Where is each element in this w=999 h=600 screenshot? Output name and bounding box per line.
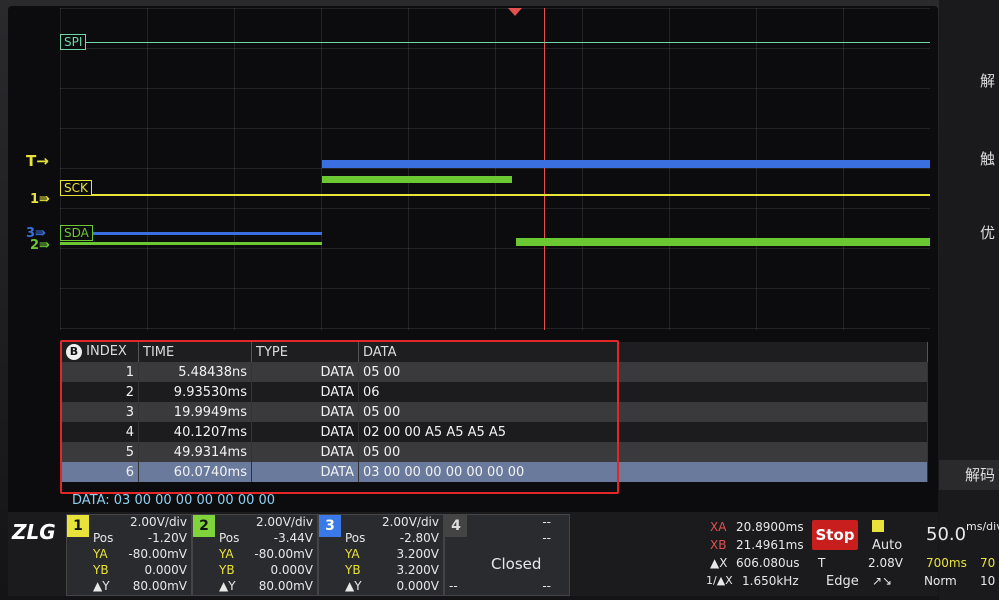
ch1-pos: -1.20V — [147, 531, 187, 545]
trigger-source-icon — [872, 520, 884, 532]
ch1-dy: 80.00mV — [132, 579, 187, 593]
xa-value: 20.8900ms — [736, 520, 804, 534]
side-menu-item-decode[interactable]: 解 — [935, 70, 999, 91]
horizontal-delay-2: 70 — [980, 556, 996, 570]
ch1-pos-label: Pos — [93, 531, 114, 545]
sck-tag: SCK — [60, 180, 92, 196]
ch4-status: Closed — [491, 555, 542, 573]
trigger-level-marker[interactable]: T→ — [26, 152, 49, 170]
dx-label: ▲X — [710, 556, 728, 570]
ch3-trace — [322, 160, 930, 168]
ch3-panel[interactable]: 3 2.00V/div Pos -2.80V YA 3.200V YB 3.20… — [318, 514, 444, 596]
ch1-yb: 0.000V — [144, 563, 187, 577]
ch1-ya-label: YA — [93, 547, 108, 561]
timebase-unit: ms/div — [966, 520, 999, 533]
trigger-level-label: T — [818, 556, 826, 570]
ch2-yb: 0.000V — [270, 563, 313, 577]
spi-bus-trace — [60, 42, 930, 43]
inv-dx-value: 1.650kHz — [742, 574, 799, 588]
trigger-level-value: 2.08V — [868, 556, 903, 570]
ch4-pos: -- — [542, 531, 551, 545]
acquisition-mode-2: 10 — [980, 574, 996, 588]
ch3-dy-label: ▲Y — [345, 579, 362, 593]
side-menu-item-decode-2[interactable]: 解码 — [939, 460, 999, 490]
ch1-marker[interactable]: 1⇛ — [30, 192, 50, 207]
ch3-ya-label: YA — [345, 547, 360, 561]
side-menu: 解 触 优 解码 — [939, 0, 999, 600]
ch1-yb-label: YB — [93, 563, 109, 577]
ch4-panel[interactable]: 4 -- -- Closed -- -- — [444, 514, 570, 596]
ch3-trace-low — [60, 232, 322, 235]
ch2-panel[interactable]: 2 2.00V/div Pos -3.44V YA -80.00mV YB 0.… — [192, 514, 318, 596]
ch2-trace-sda — [516, 238, 930, 246]
xa-label: XA — [710, 520, 727, 534]
side-menu-item-priority[interactable]: 优 — [935, 222, 999, 243]
trigger-type[interactable]: Edge — [826, 574, 859, 589]
ch3-yb-label: YB — [345, 563, 361, 577]
ch2-pos-label: Pos — [219, 531, 240, 545]
highlight-box — [60, 340, 619, 494]
ch1-ya: -80.00mV — [128, 547, 187, 561]
ch2-dy-label: ▲Y — [219, 579, 236, 593]
trigger-mode[interactable]: Auto — [872, 538, 902, 553]
ch3-ya: 3.200V — [396, 547, 439, 561]
ch3-number: 3 — [319, 515, 341, 537]
ch2-vdiv: 2.00V/div — [255, 515, 313, 529]
ch2-ya-label: YA — [219, 547, 234, 561]
ch3-dy: 0.000V — [396, 579, 439, 593]
ch1-dy-label: ▲Y — [93, 579, 110, 593]
ch2-ya: -80.00mV — [254, 547, 313, 561]
sda-tag: SDA — [60, 225, 93, 241]
ch3-pos-label: Pos — [345, 531, 366, 545]
selected-data-line: DATA: 03 00 00 00 00 00 00 00 — [72, 493, 276, 508]
brand-logo: ZLG — [12, 520, 56, 544]
acquisition-mode[interactable]: Norm — [924, 574, 957, 588]
rising-edge-icon: ↗↘ — [872, 574, 893, 588]
waveform-plot[interactable] — [60, 8, 930, 330]
ch3-yb: 3.200V — [396, 563, 439, 577]
horizontal-delay: 700ms — [926, 556, 967, 570]
inv-dx-label: 1/▲X — [706, 574, 733, 587]
ch1-panel[interactable]: 1 2.00V/div Pos -1.20V YA -80.00mV YB 0.… — [66, 514, 192, 596]
ch4-number: 4 — [445, 515, 467, 537]
ch2-pos: -3.44V — [273, 531, 313, 545]
ch2-trace-burst — [322, 176, 512, 183]
ch2-yb-label: YB — [219, 563, 235, 577]
ch1-trace — [60, 194, 930, 196]
timebase-value[interactable]: 50.0 — [926, 524, 966, 545]
ch3-pos: -2.80V — [399, 531, 439, 545]
ch4-dy-label: -- — [449, 579, 458, 593]
ch2-number: 2 — [193, 515, 215, 537]
ch1-number: 1 — [67, 515, 89, 537]
ch4-vdiv: -- — [542, 515, 551, 529]
run-stop-button[interactable]: Stop — [812, 520, 858, 550]
ch2-marker[interactable]: 2⇛ — [30, 238, 50, 253]
ch2-dy: 80.00mV — [258, 579, 313, 593]
cursor-xa[interactable] — [544, 8, 545, 330]
xb-value: 21.4961ms — [736, 538, 804, 552]
ch4-dy: -- — [542, 579, 551, 593]
xb-label: XB — [710, 538, 727, 552]
ch1-vdiv: 2.00V/div — [129, 515, 187, 529]
dx-value: 606.080us — [736, 556, 800, 570]
ch2-trace-low — [60, 242, 322, 245]
spi-tag: SPI — [60, 34, 87, 50]
ch3-vdiv: 2.00V/div — [381, 515, 439, 529]
trigger-position-marker[interactable] — [508, 8, 522, 16]
side-menu-item-trigger[interactable]: 触 — [935, 148, 999, 169]
